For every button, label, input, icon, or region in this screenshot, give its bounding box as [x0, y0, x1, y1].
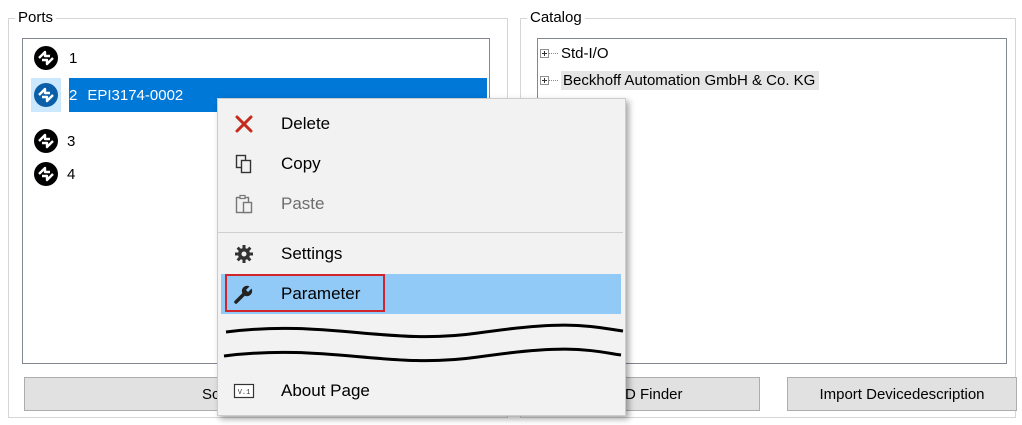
menu-item-label: Settings — [281, 244, 343, 263]
port-item-4[interactable]: 4 — [33, 156, 75, 192]
tree-node-label: Std-I/O — [561, 44, 609, 62]
import-devicedescription-button[interactable]: Import Devicedescription — [787, 377, 1017, 411]
parameter-highlight-box — [225, 274, 385, 312]
expand-plus-icon[interactable] — [540, 75, 549, 85]
tree-connector — [549, 52, 558, 54]
port-connector-icon — [34, 162, 58, 186]
about-icon: V.1 — [233, 383, 255, 399]
port-connector-icon — [34, 46, 58, 70]
menu-item-settings[interactable]: Settings — [221, 234, 621, 274]
import-button-label: Import Devicedescription — [819, 385, 985, 403]
menu-item-about-page[interactable]: V.1 About Page — [221, 371, 621, 411]
menu-item-label: Paste — [281, 194, 325, 213]
port-connector-icon — [34, 83, 58, 107]
menu-item-copy[interactable]: Copy — [221, 144, 621, 184]
delete-x-icon — [235, 115, 253, 133]
tree-node-beckhoff[interactable]: Beckhoff Automation GmbH & Co. KG — [540, 69, 820, 91]
about-icon-text: V.1 — [238, 389, 251, 397]
menu-item-delete[interactable]: Delete — [221, 104, 621, 144]
menu-separator — [218, 232, 623, 233]
tree-node-std-io[interactable]: Std-I/O — [540, 42, 609, 64]
menu-item-label: About Page — [281, 381, 370, 400]
gear-icon — [235, 245, 253, 263]
menu-item-label: Copy — [281, 154, 321, 173]
port-number: 2 — [69, 86, 78, 104]
copy-icon — [235, 154, 252, 174]
catalog-group-title: Catalog — [527, 9, 585, 27]
tree-connector — [549, 79, 558, 81]
port-number: 1 — [69, 49, 78, 67]
port-number: 3 — [67, 132, 76, 150]
menu-item-paste[interactable]: Paste — [221, 184, 621, 224]
tree-node-label: Beckhoff Automation GmbH & Co. KG — [561, 70, 820, 90]
port-connector-icon — [34, 129, 58, 153]
ports-group-title: Ports — [15, 9, 57, 27]
finder-button-label: D Finder — [625, 385, 683, 403]
paste-icon — [235, 194, 253, 214]
menu-item-label: Delete — [281, 114, 331, 133]
port-item-1[interactable]: 1 — [33, 40, 77, 76]
port-device-name: EPI3174-0002 — [87, 86, 184, 104]
expand-plus-icon[interactable] — [540, 48, 549, 58]
menu-break-wave — [223, 323, 624, 363]
port-number: 4 — [67, 165, 76, 183]
context-menu: Delete Copy Paste Settings Parameter V.1… — [217, 98, 626, 416]
port-item-3[interactable]: 3 — [33, 123, 75, 159]
